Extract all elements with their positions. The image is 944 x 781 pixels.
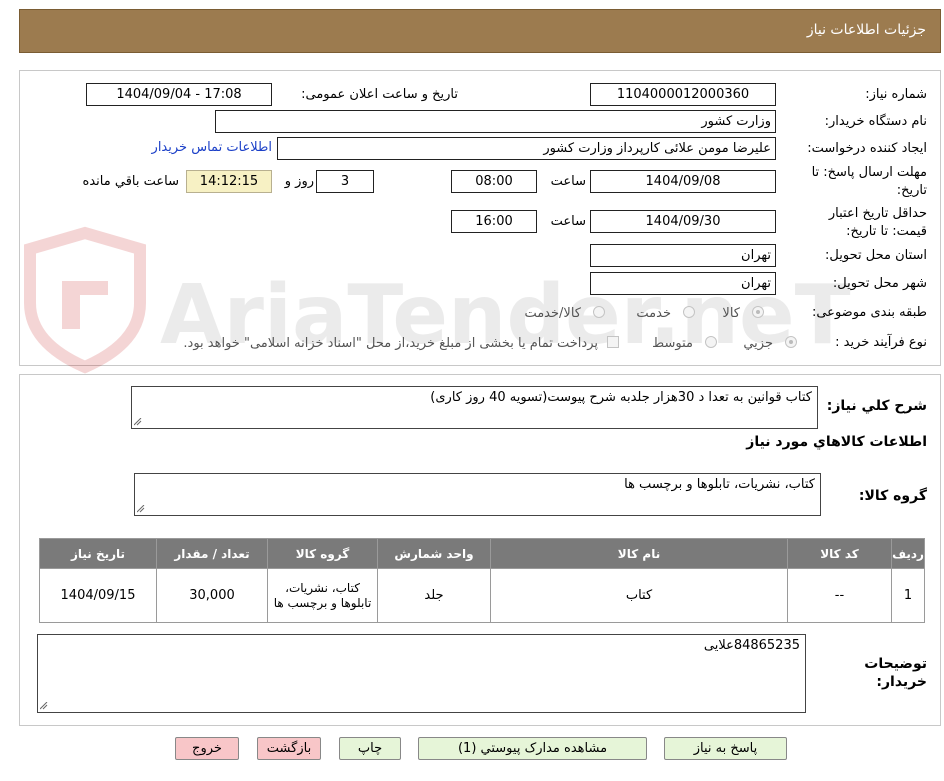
deadline-time-label: ساعت — [550, 174, 586, 189]
print-button[interactable]: چاپ — [339, 737, 401, 760]
deadline-time-field: 08:00 — [451, 170, 537, 193]
resize-grip-icon[interactable] — [137, 505, 145, 513]
goods-group-textarea[interactable]: کتاب، نشریات، تابلوها و برچسب ها — [134, 473, 821, 516]
deadline-date-field: 1404/09/08 — [590, 170, 776, 193]
col-header-quantity: تعداد / مقدار — [156, 538, 268, 569]
validity-time-label: ساعت — [550, 214, 586, 229]
category-goods-service-label: کالا/خدمت — [524, 306, 581, 321]
cell-item-group: کتاب، نشریات، تابلوها و برچسب ها — [267, 568, 378, 623]
exit-button[interactable]: خروج — [175, 737, 239, 760]
days-label: روز و — [284, 174, 314, 189]
goods-table: ردیف کد کالا نام کالا واحد شمارش گروه کا… — [39, 538, 925, 623]
col-header-need-date: تاریخ نیاز — [39, 538, 157, 569]
buyer-org-label: نام دستگاه خریدار: — [824, 114, 927, 129]
buyer-notes-label-line2: خریدار: — [876, 674, 927, 690]
goods-section-title: اطلاعات کالاهاي مورد نیاز — [746, 434, 927, 450]
page-header: جزئیات اطلاعات نیاز — [19, 9, 941, 53]
days-remaining-field: 3 — [316, 170, 374, 193]
description-text: کتاب قوانین به تعدا د 30هزار جلدبه شرح پ… — [430, 390, 812, 405]
resize-grip-icon[interactable] — [40, 702, 48, 710]
process-medium-label: متوسط — [652, 336, 693, 351]
cell-row-number: 1 — [891, 568, 925, 623]
category-goods-label: کالا — [722, 306, 740, 321]
validity-date-field: 1404/09/30 — [590, 210, 776, 233]
requester-label: ایجاد کننده درخواست: — [807, 141, 927, 156]
deadline-label-line2: تاریخ: — [896, 183, 927, 198]
category-goods-service-radio[interactable] — [593, 306, 605, 318]
process-medium-radio[interactable] — [705, 336, 717, 348]
cell-need-date: 1404/09/15 — [39, 568, 157, 623]
category-service-radio[interactable] — [683, 306, 695, 318]
goods-table-header: ردیف کد کالا نام کالا واحد شمارش گروه کا… — [39, 538, 925, 569]
cell-item-code: -- — [787, 568, 892, 623]
description-label: شرح کلي نیاز: — [826, 398, 927, 414]
table-row: 1 -- کتاب جلد کتاب، نشریات، تابلوها و بر… — [39, 568, 925, 623]
need-number-label: شماره نیاز: — [865, 87, 927, 102]
remaining-time-label: ساعت باقي مانده — [82, 174, 179, 189]
deadline-label-line1: مهلت ارسال پاسخ: تا — [811, 165, 927, 180]
validity-time-field: 16:00 — [451, 210, 537, 233]
process-label: نوع فرآیند خرید : — [835, 335, 927, 350]
col-header-item-name: نام کالا — [490, 538, 788, 569]
category-goods-radio[interactable] — [752, 306, 764, 318]
col-header-item-group: گروه کالا — [267, 538, 378, 569]
category-service-label: خدمت — [636, 306, 671, 321]
remaining-time-field: 14:12:15 — [186, 170, 272, 193]
city-label: شهر محل تحویل: — [832, 276, 927, 291]
category-label: طبقه بندی موضوعی: — [811, 305, 927, 320]
validity-label-line1: حداقل تاریخ اعتبار — [828, 206, 927, 221]
back-button[interactable]: بازگشت — [257, 737, 321, 760]
province-field: تهران — [590, 244, 776, 267]
description-textarea[interactable]: کتاب قوانین به تعدا د 30هزار جلدبه شرح پ… — [131, 386, 818, 429]
buyer-notes-label-line1: توضیحات — [864, 656, 927, 672]
view-attachments-button[interactable]: مشاهده مدارک پیوستي (1) — [418, 737, 647, 760]
validity-label-line2: قیمت: تا تاریخ: — [846, 224, 927, 239]
process-minor-radio[interactable] — [785, 336, 797, 348]
province-label: استان محل تحویل: — [825, 248, 927, 263]
need-number-field: 1104000012000360 — [590, 83, 776, 106]
goods-group-text: کتاب، نشریات، تابلوها و برچسب ها — [624, 477, 815, 492]
buyer-notes-text: 84865235علایی — [703, 638, 800, 653]
cell-quantity: 30,000 — [156, 568, 268, 623]
process-minor-label: جزیي — [743, 336, 773, 351]
buyer-notes-textarea[interactable]: 84865235علایی — [37, 634, 806, 713]
announce-label: تاریخ و ساعت اعلان عمومی: — [301, 87, 458, 102]
announce-field: 1404/09/04 - 17:08 — [86, 83, 272, 106]
goods-group-label: گروه کالا: — [858, 488, 927, 504]
reply-button[interactable]: پاسخ به نیاز — [664, 737, 787, 760]
requester-field: علیرضا مومن علائی کارپرداز وزارت کشور — [277, 137, 776, 160]
city-field: تهران — [590, 272, 776, 295]
treasury-payment-note: پرداخت تمام یا بخشی از مبلغ خرید،از محل … — [183, 336, 598, 351]
col-header-row-number: ردیف — [891, 538, 925, 569]
contact-info-link[interactable]: اطلاعات تماس خریدار — [152, 140, 272, 155]
treasury-payment-checkbox[interactable] — [607, 336, 619, 348]
col-header-item-code: کد کالا — [787, 538, 892, 569]
page-title: جزئیات اطلاعات نیاز — [806, 22, 926, 38]
resize-grip-icon[interactable] — [134, 418, 142, 426]
col-header-unit: واحد شمارش — [377, 538, 491, 569]
buyer-org-field: وزارت کشور — [215, 110, 776, 133]
cell-item-name: کتاب — [490, 568, 788, 623]
cell-unit: جلد — [377, 568, 491, 623]
